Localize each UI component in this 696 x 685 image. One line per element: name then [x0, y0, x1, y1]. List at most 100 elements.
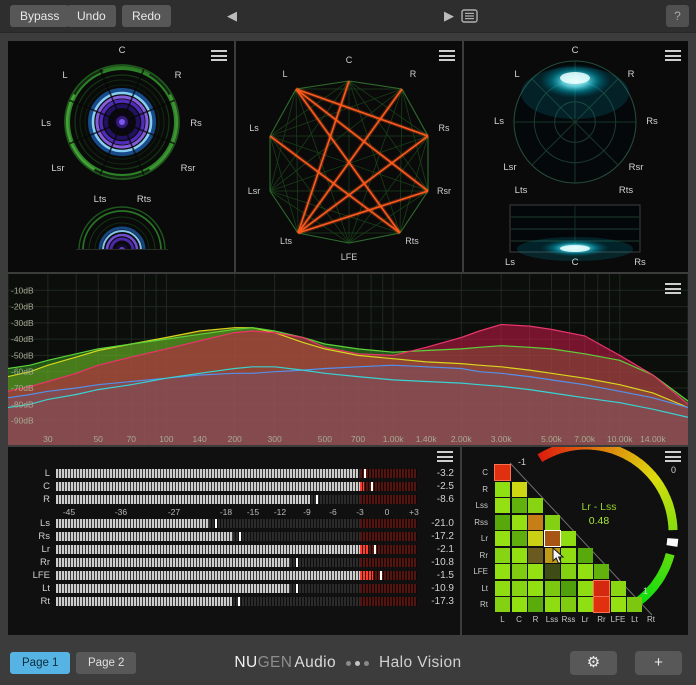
- matrix-cell[interactable]: [512, 564, 527, 579]
- matrix-cell[interactable]: [495, 531, 510, 546]
- svg-text:C: C: [572, 257, 579, 268]
- panel-menu-icon[interactable]: [211, 50, 227, 63]
- svg-text:Rsr: Rsr: [437, 186, 451, 196]
- meter-channel-label: Rt: [8, 596, 50, 607]
- svg-text:-90dB: -90dB: [11, 416, 34, 426]
- panel-menu-icon[interactable]: [437, 451, 453, 464]
- add-panel-button[interactable]: +: [635, 651, 682, 675]
- meter-bar: [56, 519, 417, 528]
- matrix-cell[interactable]: [495, 564, 510, 579]
- panel-menu-icon[interactable]: [439, 50, 455, 63]
- svg-text:1.00k: 1.00k: [383, 434, 405, 444]
- matrix-cell[interactable]: [495, 465, 510, 480]
- matrix-cell[interactable]: [578, 564, 593, 579]
- matrix-cell[interactable]: [594, 581, 609, 596]
- matrix-cell[interactable]: [561, 531, 576, 546]
- undo-button[interactable]: Undo: [67, 5, 116, 27]
- meter-channel-label: Ls: [8, 518, 50, 529]
- matrix-cell[interactable]: [545, 581, 560, 596]
- spectrum-analyzer-panel: -10dB-20dB-30dB-40dB-50dB-60dB-70dB-80dB…: [8, 274, 688, 445]
- polar-scope: CLRLsRsLsrRsrLtsRtsLsCRs: [464, 41, 688, 272]
- meter-bar: [56, 532, 417, 541]
- matrix-cell[interactable]: [495, 581, 510, 596]
- next-preset-icon[interactable]: ▶: [444, 8, 454, 24]
- matrix-cell[interactable]: [512, 531, 527, 546]
- page2-tab[interactable]: Page 2: [76, 652, 136, 674]
- meter-channel-label: Rs: [8, 531, 50, 542]
- matrix-row-label: LFE: [464, 567, 488, 576]
- matrix-cell[interactable]: [528, 531, 543, 546]
- matrix-cell[interactable]: [512, 482, 527, 497]
- matrix-cell[interactable]: [545, 564, 560, 579]
- matrix-cell[interactable]: [578, 581, 593, 596]
- redo-button[interactable]: Redo: [122, 5, 171, 27]
- matrix-cell[interactable]: [528, 498, 543, 513]
- matrix-cell[interactable]: [528, 581, 543, 596]
- panel-menu-icon[interactable]: [665, 451, 681, 464]
- matrix-cell[interactable]: [495, 548, 510, 563]
- svg-text:Ls: Ls: [494, 116, 504, 127]
- previous-preset-icon[interactable]: ◀: [227, 8, 237, 24]
- matrix-cell[interactable]: [545, 531, 560, 546]
- matrix-cell[interactable]: [512, 498, 527, 513]
- matrix-cell[interactable]: [627, 597, 642, 612]
- matrix-cell[interactable]: [611, 597, 626, 612]
- meter-bar: [56, 545, 417, 554]
- brand-audio: Audio: [294, 654, 336, 671]
- meter-row: Lt-10.9: [8, 584, 460, 594]
- svg-text:100: 100: [159, 434, 173, 444]
- panel-menu-icon[interactable]: [665, 50, 681, 63]
- matrix-cell[interactable]: [495, 597, 510, 612]
- matrix-cell[interactable]: [512, 515, 527, 530]
- matrix-cell[interactable]: [561, 581, 576, 596]
- matrix-cell[interactable]: [545, 597, 560, 612]
- matrix-cell[interactable]: [561, 597, 576, 612]
- matrix-cell[interactable]: [495, 515, 510, 530]
- settings-button[interactable]: ⚙: [570, 651, 617, 675]
- polar-scope-panel: CLRLsRsLsrRsrLtsRtsLsCRs: [464, 41, 688, 272]
- svg-text:R: R: [175, 70, 182, 81]
- plus-icon: +: [654, 654, 663, 671]
- bypass-button[interactable]: Bypass: [10, 5, 69, 27]
- matrix-cell[interactable]: [528, 597, 543, 612]
- svg-text:L: L: [514, 69, 519, 80]
- plugin-window: Bypass Undo Redo ◀ ▶ ? CLRLsRsLsrRsrLtsR…: [0, 0, 696, 685]
- panel-menu-icon[interactable]: [665, 283, 681, 296]
- matrix-cell[interactable]: [528, 564, 543, 579]
- surround-scope: CLRLsRsLsrRsrLtsRts: [8, 41, 234, 272]
- page1-tab[interactable]: Page 1: [10, 652, 70, 674]
- matrix-row-label: Rt: [464, 600, 488, 609]
- matrix-cell[interactable]: [578, 548, 593, 563]
- preset-list-icon[interactable]: [461, 9, 478, 28]
- matrix-cell[interactable]: [594, 597, 609, 612]
- meter-value: -8.6: [410, 494, 454, 505]
- help-button[interactable]: ?: [666, 5, 689, 27]
- product-name: Halo Vision: [379, 654, 462, 672]
- matrix-cell[interactable]: [528, 515, 543, 530]
- meter-bar: [56, 469, 417, 478]
- svg-text:Lsr: Lsr: [503, 162, 516, 173]
- matrix-row-label: Rr: [464, 551, 488, 560]
- matrix-cell[interactable]: [611, 581, 626, 596]
- meter-channel-label: Lt: [8, 583, 50, 594]
- matrix-cell[interactable]: [495, 482, 510, 497]
- svg-text:Rts: Rts: [137, 194, 152, 205]
- svg-text:LFE: LFE: [341, 252, 358, 262]
- svg-text:-60dB: -60dB: [11, 367, 34, 377]
- svg-text:-10dB: -10dB: [11, 285, 34, 295]
- svg-text:300: 300: [268, 434, 282, 444]
- matrix-cell[interactable]: [512, 548, 527, 563]
- meter-channel-label: LFE: [8, 570, 50, 581]
- matrix-cell[interactable]: [561, 564, 576, 579]
- matrix-row-label: C: [464, 468, 488, 477]
- svg-text:R: R: [628, 69, 635, 80]
- meter-bar: [56, 584, 417, 593]
- matrix-cell[interactable]: [495, 498, 510, 513]
- matrix-col-label: Rt: [640, 615, 662, 624]
- matrix-cell[interactable]: [512, 581, 527, 596]
- matrix-cell[interactable]: [512, 597, 527, 612]
- svg-text:Rs: Rs: [439, 123, 450, 133]
- matrix-cell[interactable]: [528, 548, 543, 563]
- matrix-cell[interactable]: [594, 564, 609, 579]
- matrix-cell[interactable]: [578, 597, 593, 612]
